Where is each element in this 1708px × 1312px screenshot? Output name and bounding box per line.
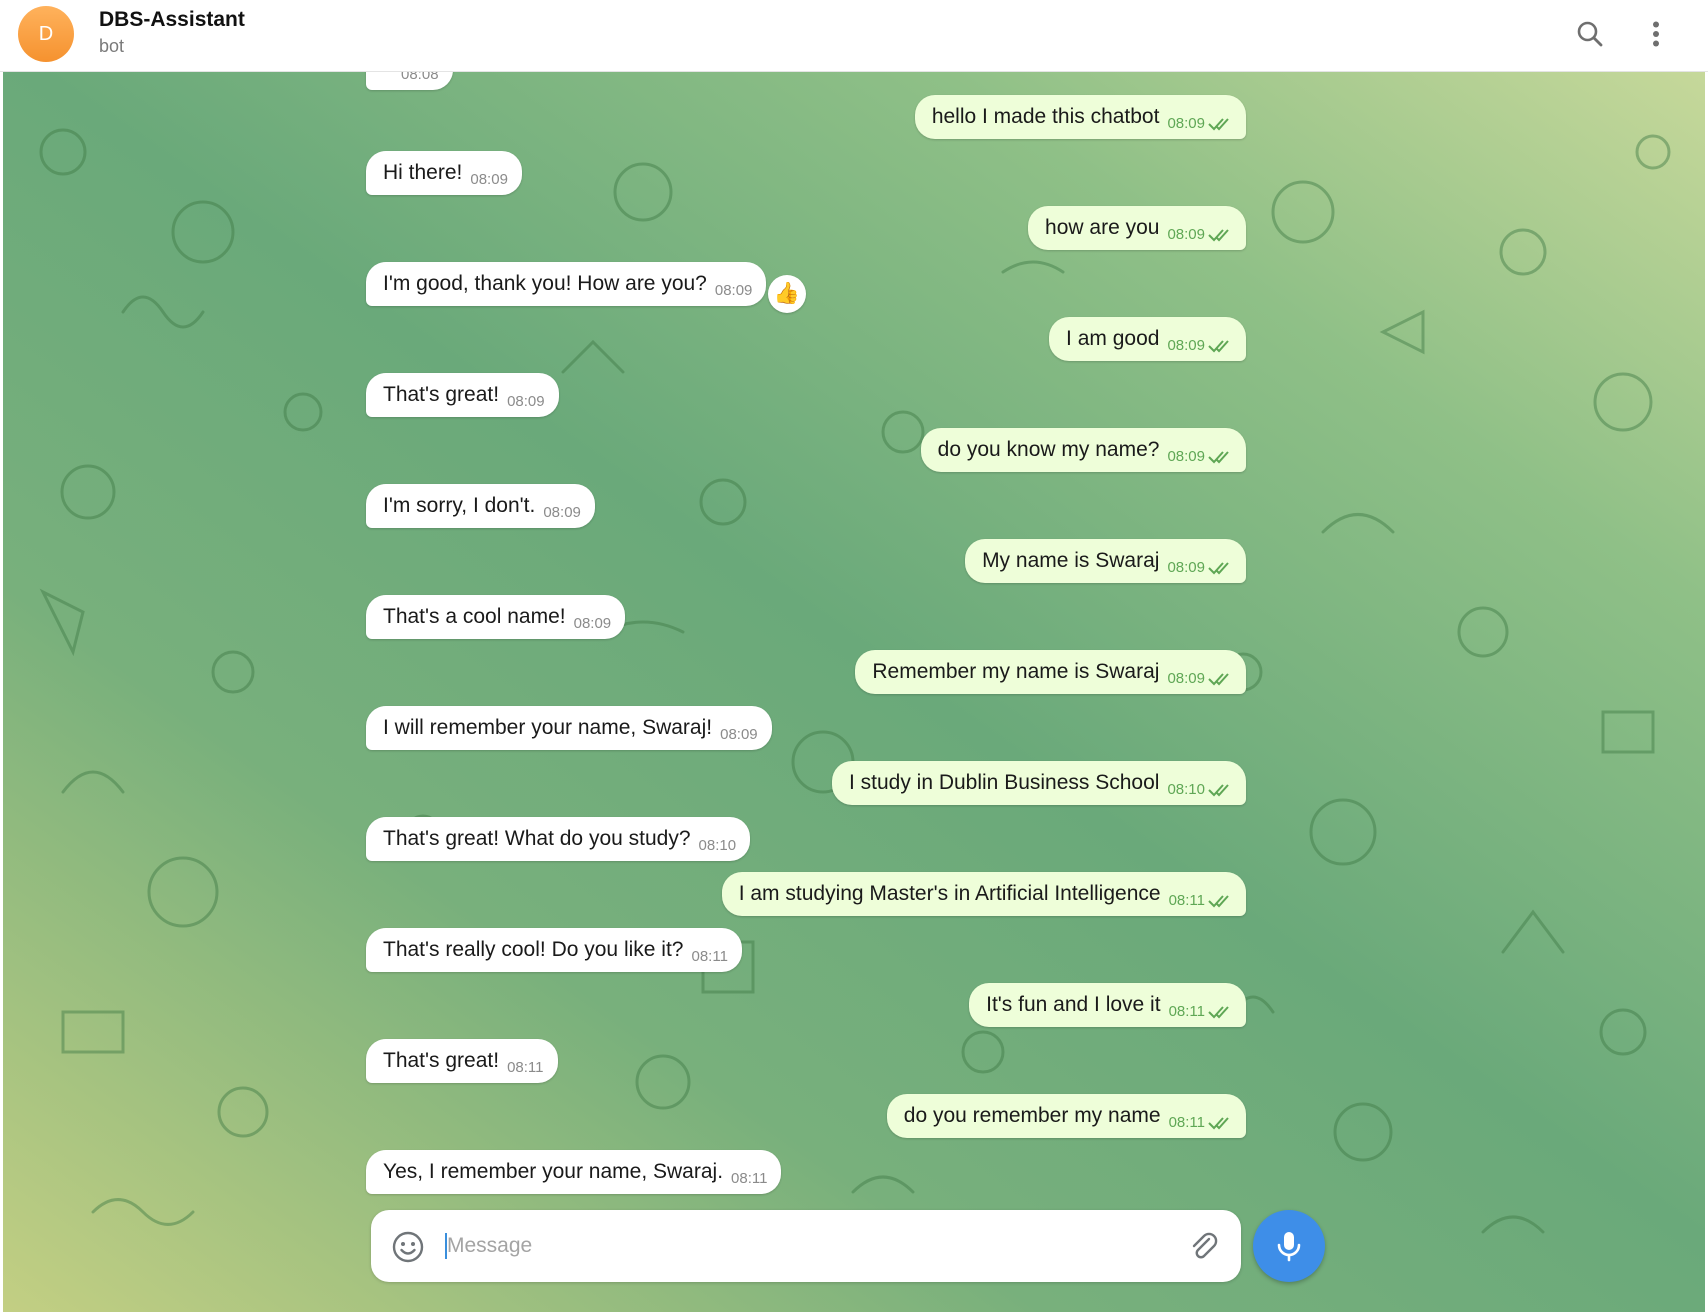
reaction-thumbs-up[interactable]: 👍 [768, 275, 806, 313]
message-text: Yes, I remember your name, Swaraj. [383, 1160, 724, 1183]
message-text: hello I made this chatbot [931, 105, 1160, 128]
message-time: 08:11 [691, 947, 728, 965]
message-bubble-outgoing[interactable]: do you know my name? 08:09 [920, 428, 1246, 472]
message-composer [371, 1210, 1241, 1282]
double-check-icon [1208, 451, 1229, 464]
message-time: 08:09 [543, 503, 581, 521]
message-text: I am good [1066, 327, 1160, 350]
doodle-pattern [39, 128, 1671, 1234]
message-bubble-outgoing[interactable]: how are you 08:09 [1028, 206, 1246, 250]
message-text: That's a cool name! [383, 605, 566, 628]
double-check-icon [1208, 1117, 1229, 1130]
microphone-icon[interactable] [1253, 1210, 1325, 1282]
message-time: 08:09 [714, 281, 753, 299]
message-time: 08:09 [507, 392, 545, 410]
chat-background[interactable]: 08:08 hello I made this chatbot 08:09 Hi… [3, 72, 1705, 1312]
message-time: 08:09 [1167, 669, 1205, 687]
message-bubble-incoming[interactable]: That's really cool! Do you like it? 08:1… [366, 928, 742, 972]
message-time: 08:09 [573, 614, 612, 632]
message-bubble-outgoing[interactable]: I am studying Master's in Artificial Int… [721, 872, 1246, 916]
emoji-icon[interactable] [391, 1230, 425, 1264]
paperclip-icon[interactable] [1187, 1230, 1221, 1264]
message-bubble-outgoing[interactable]: My name is Swaraj 08:09 [965, 539, 1246, 583]
avatar[interactable]: D [18, 6, 74, 62]
message-input[interactable] [447, 1224, 1147, 1268]
message-time: 08:11 [507, 1058, 544, 1076]
message-bubble-incoming[interactable]: That's a cool name! 08:09 [366, 595, 626, 639]
message-time: 08:09 [1167, 447, 1205, 465]
message-bubble-incoming[interactable]: That's great! 08:09 [366, 373, 559, 417]
more-vertical-icon[interactable] [1636, 14, 1676, 54]
message-time: 08:11 [1168, 1002, 1205, 1020]
message-text: My name is Swaraj [982, 549, 1160, 572]
message-text: That's great! [383, 1049, 500, 1072]
message-text: I'm good, thank you! How are you? [383, 272, 707, 295]
message-bubble-outgoing[interactable]: do you remember my name 08:11 [886, 1094, 1246, 1138]
double-check-icon [1208, 562, 1229, 575]
chat-header: D DBS-Assistant bot [0, 0, 1708, 72]
double-check-icon [1208, 895, 1229, 908]
message-bubble-incoming[interactable]: Yes, I remember your name, Swaraj. 08:11 [366, 1150, 782, 1194]
double-check-icon [1208, 118, 1229, 131]
message-time: 08:08 [401, 72, 439, 83]
double-check-icon [1208, 340, 1229, 353]
chat-subtitle: bot [99, 36, 125, 56]
message-time: 08:11 [731, 1169, 768, 1187]
message-text: I'm sorry, I don't. [383, 494, 536, 517]
message-text: That's really cool! Do you like it? [383, 938, 684, 961]
message-time: 08:11 [1168, 1113, 1205, 1131]
message-bubble-incoming[interactable]: Hi there! 08:09 [366, 151, 522, 195]
message-bubble-outgoing[interactable]: hello I made this chatbot 08:09 [914, 95, 1246, 139]
message-time: 08:09 [720, 725, 758, 743]
double-check-icon [1208, 229, 1229, 242]
message-text: do you know my name? [937, 438, 1160, 461]
double-check-icon [1208, 673, 1229, 686]
message-time: 08:10 [698, 836, 737, 854]
message-bubble-incoming[interactable]: I will remember your name, Swaraj! 08:09 [366, 706, 772, 750]
message-bubble-incoming[interactable]: 08:08 [366, 72, 453, 90]
chat-title[interactable]: DBS-Assistant [99, 8, 245, 32]
message-text: I will remember your name, Swaraj! [383, 716, 713, 739]
double-check-icon [1208, 1006, 1229, 1019]
message-text: Remember my name is Swaraj [872, 660, 1160, 683]
message-bubble-outgoing[interactable]: I study in Dublin Business School 08:10 [831, 761, 1246, 805]
message-time: 08:10 [1167, 780, 1205, 798]
message-bubble-outgoing[interactable]: I am good 08:09 [1049, 317, 1246, 361]
message-text: I am studying Master's in Artificial Int… [738, 882, 1161, 905]
message-time: 08:09 [1167, 558, 1205, 576]
message-bubble-incoming[interactable]: That's great! What do you study? 08:10 [366, 817, 751, 861]
message-time: 08:09 [1167, 336, 1205, 354]
message-time: 08:09 [470, 170, 508, 188]
message-bubble-incoming[interactable]: I'm sorry, I don't. 08:09 [366, 484, 595, 528]
message-time: 08:09 [1167, 225, 1205, 243]
message-time: 08:09 [1167, 114, 1205, 132]
search-icon[interactable] [1570, 14, 1610, 54]
message-text: That's great! [383, 383, 500, 406]
message-text: Hi there! [383, 161, 463, 184]
message-time: 08:11 [1168, 891, 1205, 909]
message-bubble-outgoing[interactable]: It's fun and I love it 08:11 [969, 983, 1246, 1027]
message-bubble-outgoing[interactable]: Remember my name is Swaraj 08:09 [855, 650, 1246, 694]
message-text: That's great! What do you study? [383, 827, 691, 850]
message-text: do you remember my name [903, 1104, 1161, 1127]
message-text: I study in Dublin Business School [848, 771, 1160, 794]
message-text: It's fun and I love it [986, 993, 1161, 1016]
message-bubble-incoming[interactable]: That's great! 08:11 [366, 1039, 558, 1083]
message-bubble-incoming[interactable]: I'm good, thank you! How are you? 08:09 [366, 262, 767, 306]
message-text: how are you [1045, 216, 1160, 239]
double-check-icon [1208, 784, 1229, 797]
